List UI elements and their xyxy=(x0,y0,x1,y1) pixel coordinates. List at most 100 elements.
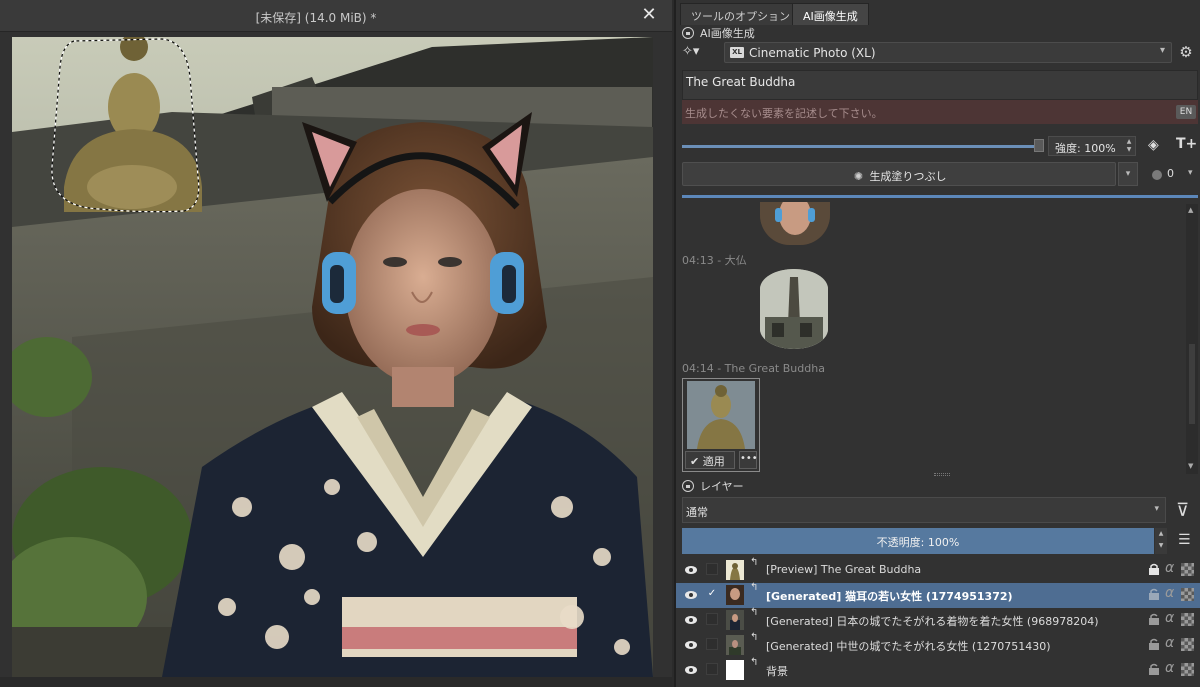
history-scrollbar[interactable]: ▲ ▼ xyxy=(1186,204,1198,474)
layer-thumbnail xyxy=(726,660,744,680)
unlock-icon[interactable] xyxy=(1148,638,1160,650)
hamburger-icon[interactable]: ☰ xyxy=(1178,532,1191,548)
layer-row-selected[interactable]: ✓ ↰ [Generated] 猫耳の若い女性 (1774951372) α xyxy=(676,582,1200,608)
layer-row[interactable]: ↰ [Preview] The Great Buddha α xyxy=(676,557,1200,583)
layer-thumbnail xyxy=(726,635,744,655)
layer-row[interactable]: ↰ 背景 α xyxy=(676,657,1200,683)
history-label: 04:13 - 大仏 xyxy=(682,254,747,267)
model-row: ✧▾ XL Cinematic Photo (XL) ▾ ⚙ xyxy=(680,42,1200,64)
model-select[interactable]: XL Cinematic Photo (XL) ▾ xyxy=(724,42,1172,63)
transparency-icon[interactable] xyxy=(1181,613,1194,626)
layer-thumbnail xyxy=(726,560,744,580)
strength-slider-handle[interactable] xyxy=(1034,139,1044,152)
canvas-status-strip xyxy=(0,677,672,687)
layer-checkbox[interactable] xyxy=(706,563,718,575)
eye-icon[interactable] xyxy=(684,613,698,627)
gear-icon[interactable]: ⚙ xyxy=(1176,43,1196,63)
tab-ai-generation[interactable]: AI画像生成 xyxy=(792,3,869,25)
unlock-icon[interactable] xyxy=(1148,663,1160,675)
chevron-down-icon: ▾ xyxy=(1159,45,1165,56)
model-label: Cinematic Photo (XL) xyxy=(749,46,876,60)
chevron-down-icon: ▾ xyxy=(1154,504,1159,514)
strength-field[interactable]: 強度: 100% ▲ ▼ xyxy=(1048,136,1136,156)
link-icon: ↰ xyxy=(750,632,759,643)
history-thumbnail[interactable] xyxy=(760,202,830,245)
tab-tool-options[interactable]: ツールのオプション xyxy=(680,3,801,25)
scroll-down-icon[interactable]: ▼ xyxy=(1188,462,1193,470)
blend-mode-select[interactable]: 通常 ▾ xyxy=(682,497,1166,523)
prompt-input[interactable]: The Great Buddha xyxy=(682,70,1198,100)
transparency-icon[interactable] xyxy=(1181,588,1194,601)
layer-checkbox[interactable] xyxy=(706,613,718,625)
magic-wand-icon[interactable]: ✧▾ xyxy=(682,44,708,62)
apply-button[interactable]: ✔ 適用 xyxy=(685,451,735,469)
close-icon[interactable]: ✕ xyxy=(640,6,658,24)
layer-name: [Generated] 日本の城でたそがれる着物を着た女性 (968978204… xyxy=(766,615,1099,628)
filter-icon[interactable]: ⊽ xyxy=(1176,500,1189,521)
canvas-panel: [未保存] (14.0 MiB) * ✕ xyxy=(0,0,672,687)
scroll-up-icon[interactable]: ▲ xyxy=(1188,206,1193,214)
spin-arrows-icon[interactable]: ▲ ▼ xyxy=(1124,138,1134,154)
generate-icon: ✺ xyxy=(853,170,864,183)
generate-fill-label: 生成塗りつぶし xyxy=(869,170,947,183)
layer-row[interactable]: ↰ [Generated] 日本の城でたそがれる着物を着た女性 (9689782… xyxy=(676,607,1200,633)
prompt-text: The Great Buddha xyxy=(686,75,796,89)
transparency-icon[interactable] xyxy=(1181,663,1194,676)
scrollbar-thumb[interactable] xyxy=(1189,344,1195,424)
history-thumbnail-image xyxy=(760,202,830,245)
layer-name: [Preview] The Great Buddha xyxy=(766,563,922,576)
eye-icon[interactable] xyxy=(684,638,698,652)
opacity-label: 不透明度: 100% xyxy=(876,536,960,549)
alpha-lock-icon[interactable]: α xyxy=(1165,560,1174,576)
dock-tab-bar: ツールのオプション AI画像生成 xyxy=(676,3,1200,25)
layers-panel-header: レイヤー xyxy=(682,478,744,494)
eye-icon[interactable] xyxy=(684,563,698,577)
chevron-down-icon[interactable]: ▾ xyxy=(1188,168,1193,178)
layer-checkbox[interactable] xyxy=(706,663,718,675)
add-layer-icon[interactable]: ◈ xyxy=(1148,137,1159,153)
canvas-image[interactable] xyxy=(12,37,653,677)
unlock-icon[interactable] xyxy=(1148,588,1160,600)
more-options-button[interactable]: ••• xyxy=(739,451,758,469)
lock-icon[interactable] xyxy=(1148,563,1160,575)
generate-options-dropdown[interactable]: ▾ xyxy=(1118,162,1138,186)
layer-checkbox[interactable]: ✓ xyxy=(706,588,718,600)
transparency-icon[interactable] xyxy=(1181,638,1194,651)
add-text-icon[interactable]: T+ xyxy=(1176,136,1197,152)
eye-icon[interactable] xyxy=(684,588,698,602)
layer-row[interactable]: ↰ [Generated] 中世の城でたそがれる女性 (1270751430) … xyxy=(676,632,1200,658)
language-badge[interactable]: EN xyxy=(1176,105,1196,119)
layer-name: 背景 xyxy=(766,665,788,678)
dock-lock-icon[interactable] xyxy=(682,480,694,492)
dock-lock-icon[interactable] xyxy=(682,27,694,39)
generate-row: ✺ 生成塗りつぶし ▾ 0 ▾ xyxy=(682,162,1198,186)
seed-indicator-icon xyxy=(1152,170,1162,180)
alpha-lock-icon[interactable]: α xyxy=(1165,660,1174,676)
spin-arrows-icon[interactable]: ▲ ▼ xyxy=(1155,528,1167,554)
unlock-icon[interactable] xyxy=(1148,613,1160,625)
document-title: [未保存] (14.0 MiB) * xyxy=(255,11,377,25)
negative-prompt-placeholder: 生成したくない要素を記述して下さい。 xyxy=(685,107,883,120)
strength-label: 強度: 100% xyxy=(1055,142,1116,155)
layer-list: ↰ [Preview] The Great Buddha α ✓ ↰ [Gene… xyxy=(676,557,1200,687)
apply-label: 適用 xyxy=(702,455,725,468)
opacity-slider[interactable]: 不透明度: 100% xyxy=(682,528,1154,554)
transparency-icon[interactable] xyxy=(1181,563,1194,576)
history-thumbnail[interactable] xyxy=(760,269,828,349)
panel-splitter[interactable] xyxy=(934,473,950,476)
strength-row: 強度: 100% ▲ ▼ ◈ T+ xyxy=(682,136,1198,156)
right-dock: ツールのオプション AI画像生成 AI画像生成 ✧▾ XL Cinematic … xyxy=(674,0,1200,687)
strength-slider[interactable] xyxy=(682,145,1034,148)
history-thumbnail-image xyxy=(760,269,828,349)
ai-panel-title: AI画像生成 xyxy=(700,27,755,40)
link-icon: ↰ xyxy=(750,582,759,593)
alpha-lock-icon[interactable]: α xyxy=(1165,610,1174,626)
alpha-lock-icon[interactable]: α xyxy=(1165,635,1174,651)
eye-icon[interactable] xyxy=(684,663,698,677)
history-thumbnail-selected[interactable]: ✔ 適用 ••• xyxy=(682,378,760,472)
alpha-lock-icon[interactable]: α xyxy=(1165,585,1174,601)
layer-checkbox[interactable] xyxy=(706,638,718,650)
generate-fill-button[interactable]: ✺ 生成塗りつぶし xyxy=(682,162,1116,186)
negative-prompt-input[interactable]: 生成したくない要素を記述して下さい。 EN xyxy=(682,100,1198,124)
generation-history: 04:13 - 大仏 04:14 - The Great Buddha ✔ 適用… xyxy=(680,202,1186,475)
